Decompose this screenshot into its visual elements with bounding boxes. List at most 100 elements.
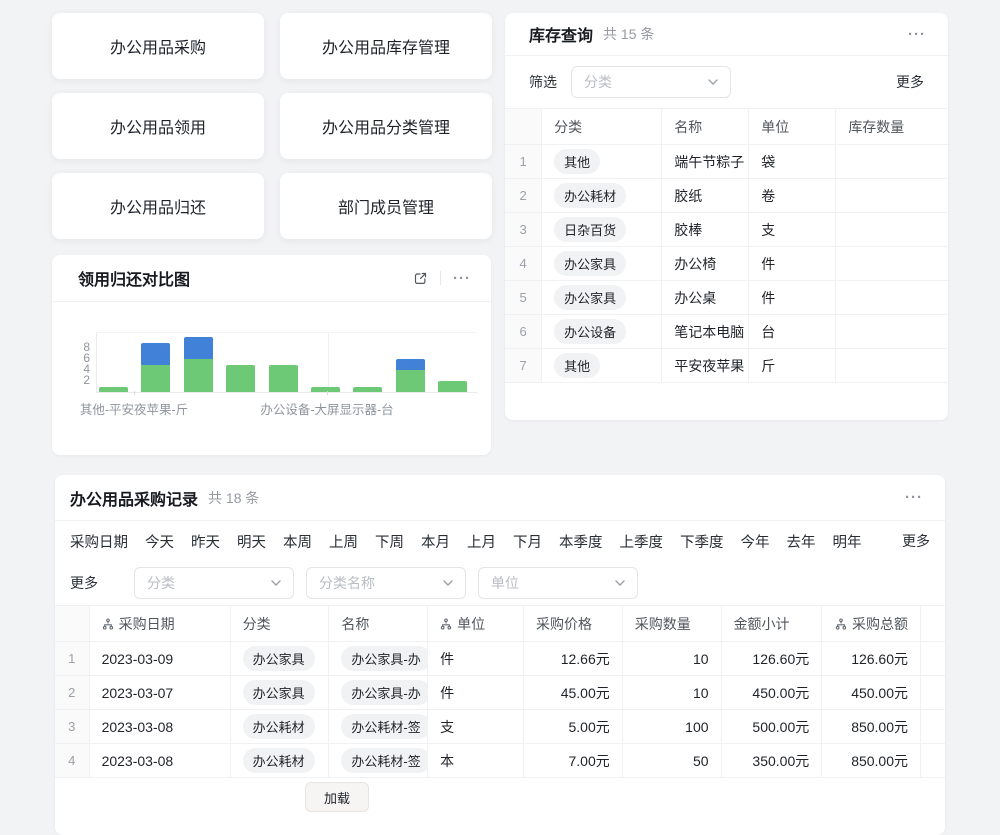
- inventory-more-link[interactable]: 更多: [896, 72, 924, 92]
- purchase-more-menu-icon[interactable]: ···: [903, 488, 925, 507]
- cell-subtotal: 500.00元: [722, 710, 823, 743]
- filter-select[interactable]: 分类名称: [306, 567, 466, 599]
- cell-date: 2023-03-07: [90, 676, 231, 709]
- table-row[interactable]: 12023-03-09办公家具办公家具-办件12.66元10126.60元126…: [55, 642, 945, 676]
- open-in-new-icon[interactable]: [411, 269, 430, 288]
- date-filter-option[interactable]: 昨天: [191, 531, 220, 552]
- header-cell[interactable]: 采购日期: [90, 606, 231, 641]
- cell-name: 办公耗材-签: [329, 744, 428, 777]
- date-filter-option[interactable]: 下周: [375, 531, 404, 552]
- bar-segment-green: [438, 381, 467, 392]
- cell-category: 办公家具: [231, 642, 330, 675]
- cell-stock: [836, 349, 948, 382]
- table-row[interactable]: 7其他平安夜苹果斤: [505, 349, 948, 383]
- header-cell[interactable]: 分类: [542, 109, 662, 144]
- cell-name: 办公家具-办: [329, 642, 428, 675]
- cell-unit: 支: [428, 710, 524, 743]
- cell-stock: [836, 247, 948, 280]
- quick-action-button[interactable]: 部门成员管理: [280, 173, 492, 239]
- cell-row-number: 2: [55, 676, 90, 709]
- quick-action-button[interactable]: 办公用品采购: [52, 13, 264, 79]
- cell-price: 12.66元: [524, 642, 623, 675]
- bar-stack: [226, 365, 255, 393]
- date-filter-option[interactable]: 去年: [787, 531, 816, 552]
- partial-button[interactable]: 加载: [305, 782, 369, 812]
- header-cell[interactable]: 采购价格: [524, 606, 623, 641]
- date-filter-option[interactable]: 本月: [421, 531, 450, 552]
- cell-row-number: 4: [505, 247, 542, 280]
- bar-segment-green: [269, 365, 298, 393]
- header-cell[interactable]: 单位: [428, 606, 524, 641]
- header-cell-index: [55, 606, 90, 641]
- date-filter-option[interactable]: 上周: [329, 531, 358, 552]
- header-cell[interactable]: 库存数量: [836, 109, 948, 144]
- date-more-link[interactable]: 更多: [902, 531, 930, 551]
- header-cell[interactable]: 采购数量: [623, 606, 722, 641]
- header-cell[interactable]: 采购总额: [822, 606, 921, 641]
- category-pill: 其他: [554, 353, 600, 378]
- table-row[interactable]: 2办公耗材胶纸卷: [505, 179, 948, 213]
- quick-action-button[interactable]: 办公用品分类管理: [280, 93, 492, 159]
- cell-category: 办公家具: [542, 281, 662, 314]
- cell-category: 办公耗材: [542, 179, 662, 212]
- date-filter-option[interactable]: 今天: [145, 531, 174, 552]
- table-row[interactable]: 4办公家具办公椅件: [505, 247, 948, 281]
- group-by-icon: [440, 618, 452, 630]
- chart-more-menu-icon[interactable]: ···: [451, 269, 473, 288]
- cell-category: 办公家具: [231, 676, 330, 709]
- select-placeholder: 单位: [491, 573, 615, 593]
- table-row[interactable]: 32023-03-08办公耗材办公耗材-签支5.00元100500.00元850…: [55, 710, 945, 744]
- quick-action-button[interactable]: 办公用品库存管理: [280, 13, 492, 79]
- date-filter-option[interactable]: 下季度: [680, 531, 724, 552]
- cell-name: 笔记本电脑: [662, 315, 749, 348]
- category-select[interactable]: 分类: [571, 66, 731, 98]
- more-filters-label: 更多: [70, 573, 122, 593]
- cell-filler: [921, 710, 945, 743]
- date-filter-option[interactable]: 明天: [237, 531, 266, 552]
- header-cell[interactable]: 金额小计: [722, 606, 823, 641]
- table-row[interactable]: 5办公家具办公桌件: [505, 281, 948, 315]
- cell-name: 胶纸: [662, 179, 749, 212]
- header-cell[interactable]: 名称: [329, 606, 428, 641]
- bar-stack: [184, 337, 213, 392]
- table-row[interactable]: 22023-03-07办公家具办公家具-办件45.00元10450.00元450…: [55, 676, 945, 710]
- date-filter-option[interactable]: 下月: [513, 531, 542, 552]
- filter-select[interactable]: 单位: [478, 567, 638, 599]
- cell-unit: 件: [428, 676, 524, 709]
- cell-row-number: 1: [505, 145, 542, 178]
- cell-name: 办公桌: [662, 281, 749, 314]
- filter-select[interactable]: 分类: [134, 567, 294, 599]
- date-filter-option[interactable]: 上季度: [620, 531, 664, 552]
- quick-action-button[interactable]: 办公用品领用: [52, 93, 264, 159]
- select-placeholder: 分类: [584, 72, 708, 92]
- date-filter-option[interactable]: 明年: [833, 531, 862, 552]
- stacked-bar-chart: 2468 其他-平安夜苹果-斤办公设备-大屏显示器-台: [52, 302, 491, 455]
- table-row[interactable]: 3日杂百货胶棒支: [505, 213, 948, 247]
- date-filter-option[interactable]: 今年: [741, 531, 770, 552]
- date-filter-option[interactable]: 本季度: [559, 531, 603, 552]
- cell-category: 其他: [542, 145, 662, 178]
- cell-row-number: 3: [55, 710, 90, 743]
- header-cell[interactable]: 分类: [231, 606, 330, 641]
- header-cell[interactable]: 单位: [749, 109, 836, 144]
- select-placeholder: 分类: [147, 573, 271, 593]
- bar-segment-green: [311, 387, 340, 393]
- inventory-more-menu-icon[interactable]: ···: [906, 25, 928, 44]
- cell-price: 7.00元: [524, 744, 623, 777]
- quick-action-button[interactable]: 办公用品归还: [52, 173, 264, 239]
- cell-date: 2023-03-08: [90, 710, 231, 743]
- header-cell-filler: [921, 606, 945, 641]
- date-filter-option[interactable]: 上月: [467, 531, 496, 552]
- header-cell[interactable]: 名称: [662, 109, 749, 144]
- cell-date: 2023-03-08: [90, 744, 231, 777]
- table-row[interactable]: 6办公设备笔记本电脑台: [505, 315, 948, 349]
- date-filter-option[interactable]: 本周: [283, 531, 312, 552]
- bar-segment-green: [184, 359, 213, 392]
- table-row[interactable]: 42023-03-08办公耗材办公耗材-签本7.00元50350.00元850.…: [55, 744, 945, 778]
- filter-label: 筛选: [529, 72, 557, 92]
- cell-category: 办公耗材: [231, 744, 330, 777]
- x-axis-label: 其他-平安夜苹果-斤: [80, 399, 188, 418]
- quick-actions-grid: 办公用品采购办公用品库存管理办公用品领用办公用品分类管理办公用品归还部门成员管理: [52, 13, 492, 239]
- table-row[interactable]: 1其他端午节粽子袋: [505, 145, 948, 179]
- cell-stock: [836, 179, 948, 212]
